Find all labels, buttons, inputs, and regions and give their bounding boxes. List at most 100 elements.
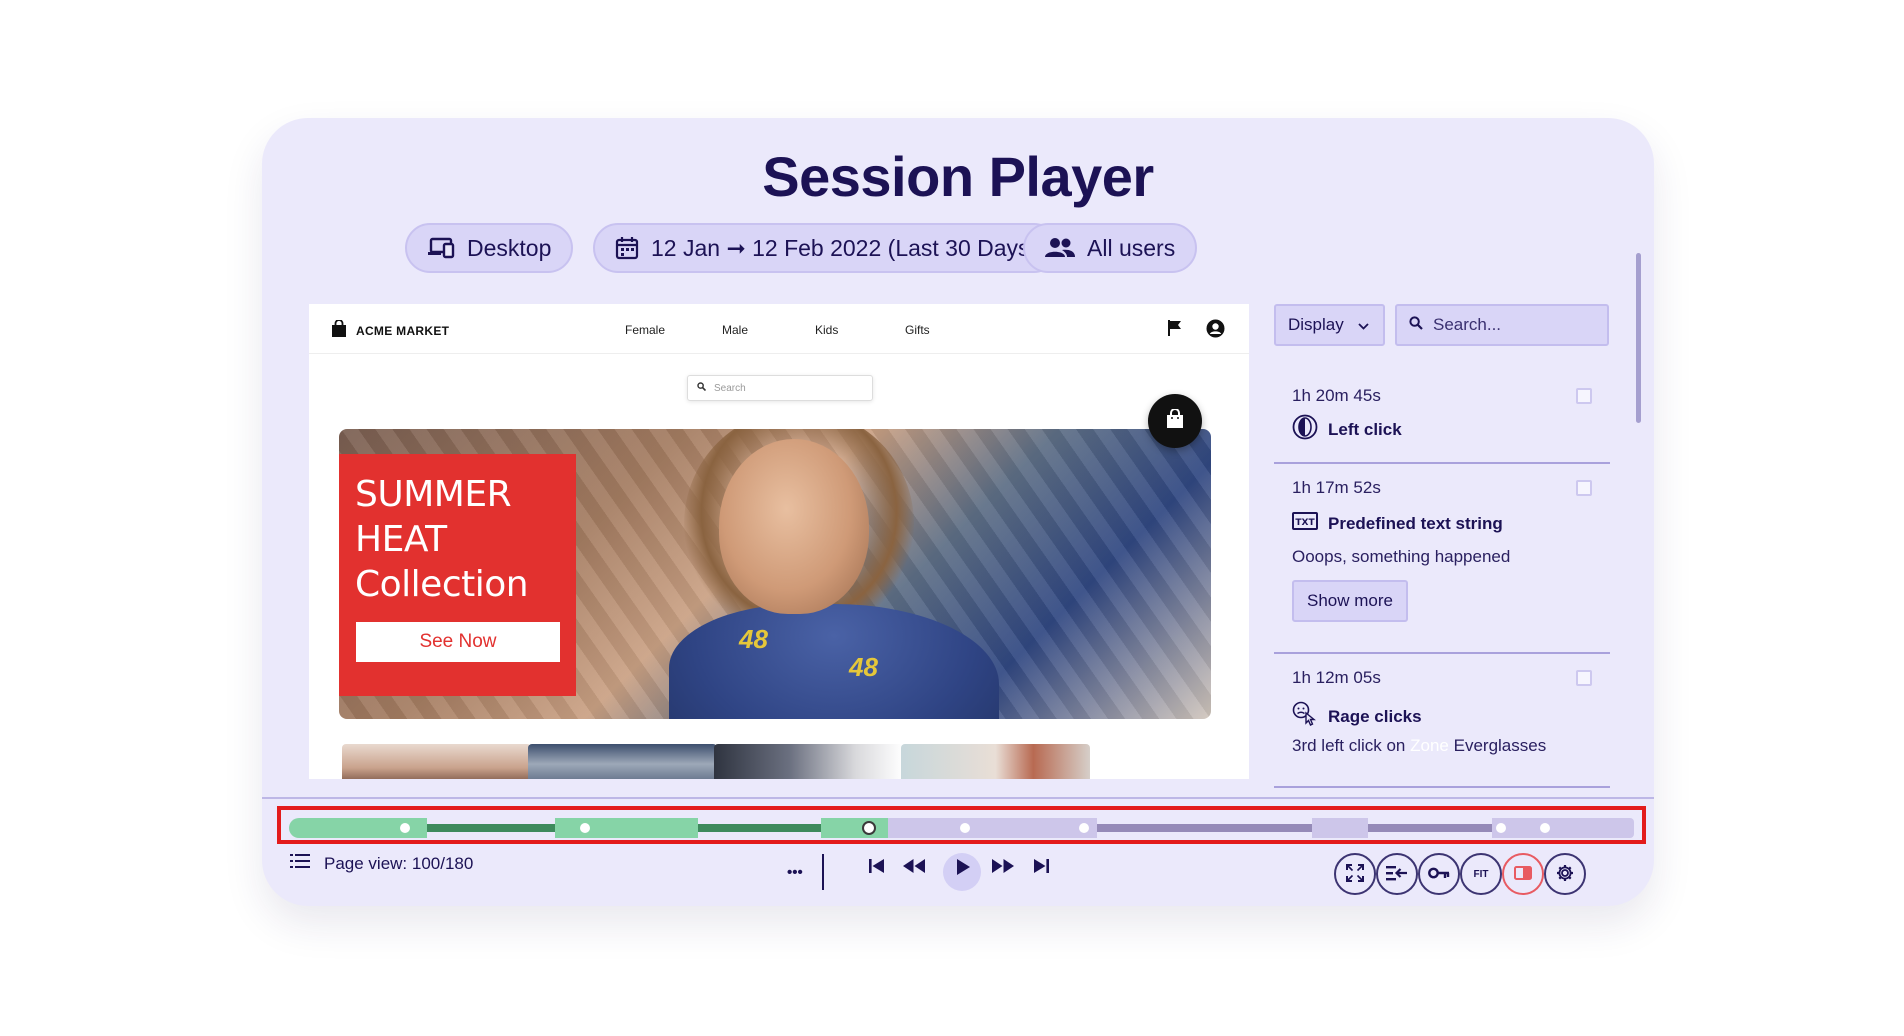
play-button[interactable] bbox=[955, 858, 971, 881]
event-time: 1h 17m 52s bbox=[1292, 478, 1381, 497]
shirt-number: 48 bbox=[739, 624, 768, 654]
date-range-filter[interactable]: 12 Jan ➞ 12 Feb 2022 (Last 30 Days) bbox=[593, 223, 1060, 273]
event-time: 1h 12m 05s bbox=[1292, 668, 1381, 687]
event-type: Rage clicks bbox=[1292, 701, 1422, 732]
device-filter[interactable]: Desktop bbox=[405, 223, 574, 273]
shopping-bag-icon bbox=[331, 319, 347, 341]
hero-photo-face bbox=[719, 439, 869, 614]
site-search-input[interactable]: Search bbox=[687, 375, 873, 401]
site-logo-text: ACME MARKET bbox=[356, 323, 450, 338]
player-divider bbox=[262, 797, 1654, 799]
event-divider bbox=[1274, 786, 1610, 788]
cart-button[interactable] bbox=[1148, 394, 1202, 448]
flag-icon[interactable] bbox=[1167, 319, 1183, 342]
site-nav-gifts[interactable]: Gifts bbox=[905, 323, 930, 337]
rewind-button[interactable] bbox=[902, 858, 926, 879]
timeline-playhead[interactable] bbox=[862, 821, 876, 835]
event-checkbox[interactable] bbox=[1576, 670, 1592, 686]
timeline-segment[interactable] bbox=[1312, 818, 1368, 838]
event-time: 1h 20m 45s bbox=[1292, 386, 1381, 405]
page-title: Session Player bbox=[762, 145, 1154, 208]
controls-separator bbox=[822, 854, 824, 890]
fullscreen-button[interactable] bbox=[1334, 853, 1376, 895]
list-icon bbox=[290, 853, 310, 874]
calendar-icon bbox=[615, 236, 639, 260]
product-thumbnail[interactable] bbox=[901, 744, 1090, 779]
event-item[interactable]: 1h 17m 52s TXT Predefined text string Oo… bbox=[1274, 476, 1610, 656]
session-player-card: Session Player Desktop 12 Jan ➞ 12 Feb 2… bbox=[262, 118, 1654, 906]
gear-icon bbox=[1556, 864, 1574, 885]
site-logo[interactable]: ACME MARKET bbox=[331, 319, 450, 341]
fit-to-screen-button[interactable]: FIT bbox=[1460, 853, 1502, 895]
event-checkbox[interactable] bbox=[1576, 388, 1592, 404]
site-nav-female[interactable]: Female bbox=[625, 323, 665, 337]
product-thumbnail[interactable] bbox=[714, 744, 903, 779]
fast-forward-button[interactable] bbox=[991, 858, 1015, 879]
shirt-number: 48 bbox=[849, 652, 878, 682]
promo-title: SUMMER HEAT Collection bbox=[355, 472, 560, 607]
page-view-indicator[interactable]: Page view: 100/180 bbox=[290, 853, 473, 874]
site-navbar: ACME MARKET Female Male Kids Gifts bbox=[309, 304, 1249, 354]
timeline-event-marker[interactable] bbox=[960, 823, 970, 833]
device-filter-label: Desktop bbox=[467, 234, 552, 261]
show-more-button[interactable]: Show more bbox=[1292, 580, 1408, 622]
timeline-segment[interactable] bbox=[1368, 824, 1492, 832]
display-dropdown[interactable]: Display bbox=[1274, 304, 1385, 346]
event-divider bbox=[1274, 652, 1610, 654]
timeline-segment[interactable] bbox=[821, 818, 888, 838]
audience-filter[interactable]: All users bbox=[1023, 223, 1198, 273]
promo-line: SUMMER bbox=[355, 474, 512, 515]
timeline-segment[interactable] bbox=[1097, 824, 1312, 832]
events-search-placeholder: Search... bbox=[1433, 315, 1502, 334]
more-options-button[interactable]: ••• bbox=[787, 864, 803, 881]
skip-start-button[interactable] bbox=[868, 858, 886, 879]
event-item[interactable]: 1h 12m 05s Rage clicks 3rd left click on… bbox=[1274, 666, 1610, 786]
timeline-event-marker[interactable] bbox=[1540, 823, 1550, 833]
text-string-icon: TXT bbox=[1292, 512, 1318, 535]
site-nav-male[interactable]: Male bbox=[722, 323, 748, 337]
product-thumbnail[interactable] bbox=[528, 744, 717, 779]
event-type-label: Rage clicks bbox=[1328, 706, 1422, 726]
left-click-icon bbox=[1292, 414, 1318, 445]
search-icon bbox=[697, 382, 707, 394]
account-icon[interactable] bbox=[1206, 319, 1225, 343]
search-icon bbox=[1409, 315, 1423, 335]
events-scrollbar[interactable] bbox=[1636, 253, 1641, 423]
split-view-button[interactable] bbox=[1502, 853, 1544, 895]
fast-forward-icon bbox=[991, 858, 1015, 879]
skip-start-icon bbox=[868, 858, 886, 879]
event-type-label: Predefined text string bbox=[1328, 513, 1503, 533]
timeline-segment[interactable] bbox=[427, 824, 555, 832]
timeline-segment[interactable] bbox=[555, 818, 698, 838]
events-search-input[interactable]: Search... bbox=[1395, 304, 1609, 346]
timeline-event-marker[interactable] bbox=[1496, 823, 1506, 833]
key-events-button[interactable] bbox=[1418, 853, 1460, 895]
rewind-icon bbox=[902, 858, 926, 879]
see-now-button[interactable]: See Now bbox=[356, 622, 560, 662]
timeline-segment[interactable] bbox=[1492, 818, 1634, 838]
event-description-zone: Zone bbox=[1410, 736, 1449, 755]
devices-icon bbox=[427, 237, 455, 259]
promo-box: SUMMER HEAT Collection See Now bbox=[339, 454, 576, 696]
settings-button[interactable] bbox=[1544, 853, 1586, 895]
event-item[interactable]: 1h 20m 45s Left click bbox=[1274, 376, 1610, 476]
split-view-icon bbox=[1514, 865, 1532, 883]
event-checkbox[interactable] bbox=[1576, 480, 1592, 496]
timeline-event-marker[interactable] bbox=[580, 823, 590, 833]
key-icon bbox=[1428, 867, 1450, 882]
product-thumbnail[interactable] bbox=[342, 744, 531, 779]
session-replay-viewport[interactable]: ACME MARKET Female Male Kids Gifts Searc… bbox=[309, 304, 1249, 779]
timeline-segment[interactable] bbox=[888, 818, 1097, 838]
event-list-toggle-button[interactable] bbox=[1376, 853, 1418, 895]
site-nav-kids[interactable]: Kids bbox=[815, 323, 838, 337]
timeline-event-marker[interactable] bbox=[1079, 823, 1089, 833]
svg-text:TXT: TXT bbox=[1295, 518, 1315, 528]
timeline-event-marker[interactable] bbox=[400, 823, 410, 833]
promo-line: HEAT bbox=[355, 519, 447, 560]
event-type-label: Left click bbox=[1328, 419, 1402, 439]
session-timeline[interactable] bbox=[289, 818, 1634, 838]
skip-end-button[interactable] bbox=[1032, 858, 1050, 879]
event-type: TXT Predefined text string bbox=[1292, 512, 1503, 535]
hero-banner[interactable]: 48 48 SUMMER HEAT Collection See Now bbox=[339, 429, 1211, 719]
timeline-segment[interactable] bbox=[698, 824, 821, 832]
